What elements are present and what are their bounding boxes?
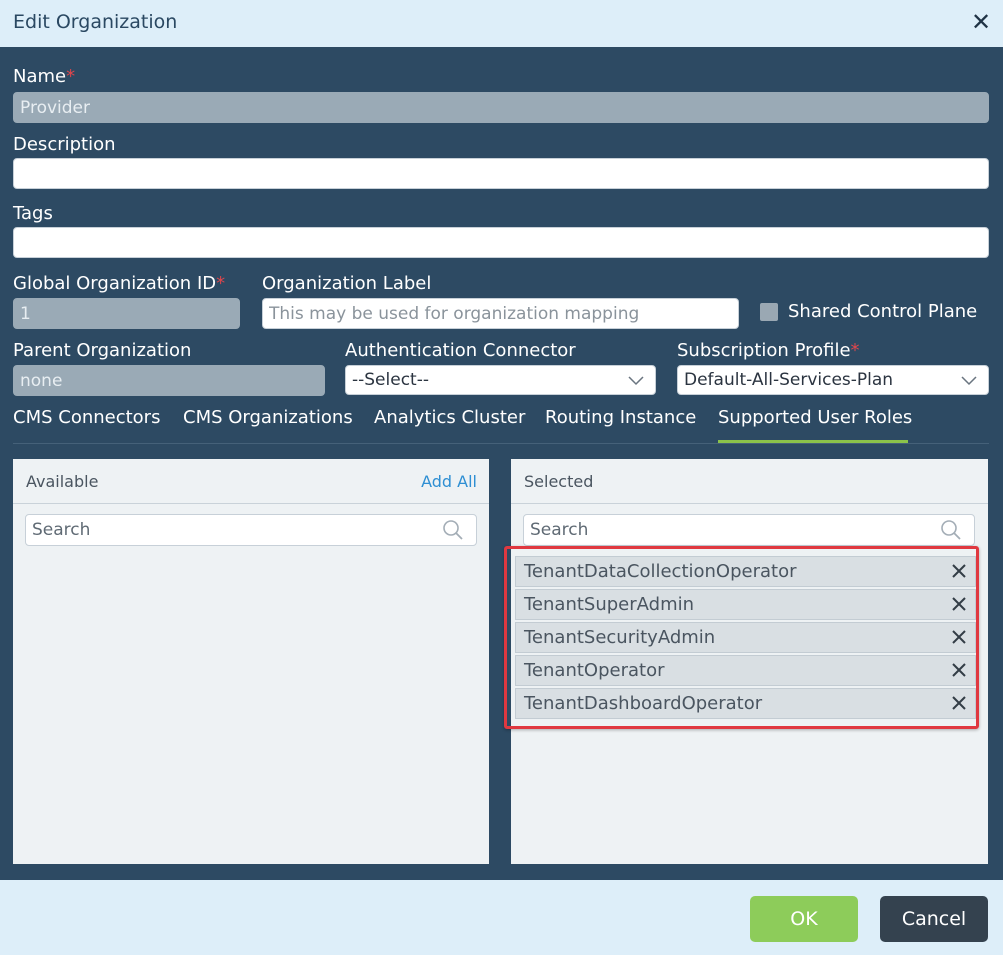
- role-label: TenantSecurityAdmin: [524, 627, 716, 648]
- tab-cms-organizations[interactable]: CMS Organizations: [183, 407, 353, 428]
- auth-connector-label: Authentication Connector: [345, 340, 576, 361]
- available-panel-title: Available: [26, 472, 99, 491]
- available-panel: Available Add All: [13, 459, 489, 864]
- role-item[interactable]: TenantSuperAdmin: [515, 589, 976, 620]
- selected-roles-list: TenantDataCollectionOperator TenantSuper…: [515, 556, 976, 721]
- subscription-profile-select[interactable]: Default-All-Services-Plan: [677, 365, 989, 395]
- tab-analytics-cluster[interactable]: Analytics Cluster: [374, 407, 525, 428]
- dialog-title: Edit Organization: [13, 11, 178, 33]
- close-icon[interactable]: [947, 625, 971, 649]
- org-label-label: Organization Label: [262, 273, 432, 294]
- available-search-input[interactable]: [25, 514, 477, 546]
- tab-supported-user-roles[interactable]: Supported User Roles: [718, 407, 912, 428]
- auth-connector-select[interactable]: --Select--: [345, 365, 656, 395]
- tags-label: Tags: [13, 203, 53, 224]
- description-label: Description: [13, 134, 116, 155]
- name-label-text: Name: [13, 66, 67, 87]
- required-mark: *: [66, 66, 76, 87]
- available-panel-header: Available Add All: [13, 459, 489, 504]
- org-label-field[interactable]: [262, 298, 739, 329]
- selected-panel-header: Selected: [511, 459, 988, 504]
- role-item[interactable]: TenantOperator: [515, 655, 976, 686]
- close-icon[interactable]: [947, 658, 971, 682]
- search-icon: [443, 520, 463, 540]
- role-label: TenantDataCollectionOperator: [524, 561, 797, 582]
- chevron-down-icon: [628, 376, 644, 386]
- role-item[interactable]: TenantDataCollectionOperator: [515, 556, 976, 587]
- role-label: TenantSuperAdmin: [524, 594, 695, 615]
- global-org-id-field[interactable]: [13, 298, 240, 329]
- name-field[interactable]: [13, 92, 989, 123]
- chevron-down-icon: [961, 376, 977, 386]
- close-icon[interactable]: [947, 559, 971, 583]
- description-field[interactable]: [13, 158, 989, 189]
- tags-field[interactable]: [13, 227, 989, 258]
- required-mark: *: [850, 340, 860, 361]
- parent-org-label: Parent Organization: [13, 340, 192, 361]
- add-all-link[interactable]: Add All: [421, 472, 477, 491]
- auth-connector-value: --Select--: [352, 370, 429, 390]
- active-tab-indicator: [718, 440, 908, 443]
- shared-control-plane-label: Shared Control Plane: [788, 301, 978, 322]
- selected-panel-title: Selected: [524, 472, 594, 491]
- dialog-footer: OK Cancel: [0, 880, 1003, 955]
- tab-cms-connectors[interactable]: CMS Connectors: [13, 407, 160, 428]
- role-item[interactable]: TenantDashboardOperator: [515, 688, 976, 719]
- subscription-profile-label: Subscription Profile*: [677, 340, 860, 361]
- role-label: TenantDashboardOperator: [524, 693, 763, 714]
- tab-routing-instance[interactable]: Routing Instance: [545, 407, 696, 428]
- tab-divider: [13, 443, 989, 444]
- search-icon: [941, 520, 961, 540]
- subscription-profile-label-text: Subscription Profile: [677, 340, 851, 361]
- shared-control-plane-checkbox[interactable]: [760, 303, 778, 321]
- close-icon[interactable]: [947, 592, 971, 616]
- global-org-id-label-text: Global Organization ID: [13, 273, 217, 294]
- global-org-id-label: Global Organization ID*: [13, 273, 225, 294]
- role-label: TenantOperator: [524, 660, 665, 681]
- close-icon[interactable]: [947, 691, 971, 715]
- cancel-button[interactable]: Cancel: [880, 896, 988, 942]
- dialog-titlebar: Edit Organization ✕: [0, 0, 1003, 47]
- ok-button[interactable]: OK: [750, 896, 858, 942]
- subscription-profile-value: Default-All-Services-Plan: [684, 370, 894, 390]
- role-item[interactable]: TenantSecurityAdmin: [515, 622, 976, 653]
- selected-search-input[interactable]: [523, 514, 975, 546]
- required-mark: *: [216, 273, 226, 294]
- name-label: Name*: [13, 66, 75, 87]
- close-icon[interactable]: ✕: [969, 9, 993, 35]
- parent-org-field[interactable]: [13, 365, 325, 396]
